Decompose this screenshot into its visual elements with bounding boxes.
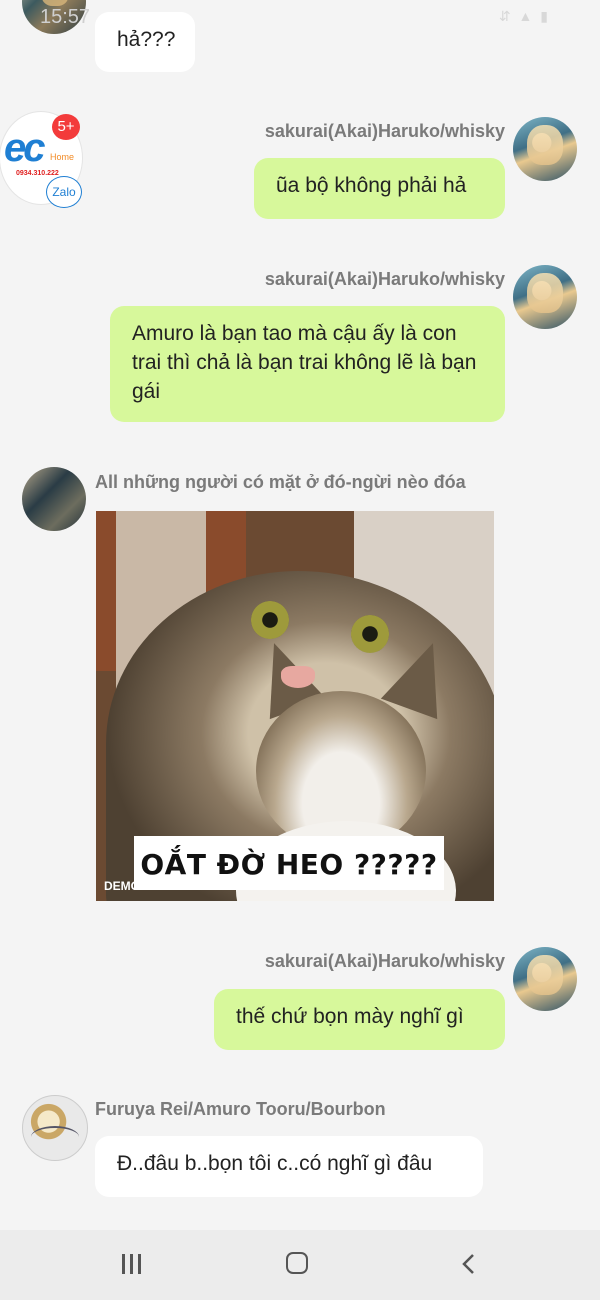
cat-nose xyxy=(281,666,315,688)
navigation-bar xyxy=(0,1230,600,1300)
message-bubble-outgoing[interactable]: Amuro là bạn tao mà cậu ấy là con trai t… xyxy=(110,306,505,422)
image-watermark: DEMODAY xyxy=(104,879,165,893)
message-text: ũa bộ không phải hả xyxy=(276,174,467,197)
sender-name: sakurai(Akai)Haruko/whisky xyxy=(264,269,505,289)
recent-apps-icon[interactable] xyxy=(120,1252,144,1276)
message-text: Amuro là bạn tao mà cậu ấy là con trai t… xyxy=(132,322,477,403)
cat-eye xyxy=(251,601,289,639)
message-text: Đ..đâu b..bọn tôi c..có nghĩ gì đâu xyxy=(117,1152,433,1175)
message-bubble-outgoing[interactable]: thế chứ bọn mày nghĩ gì xyxy=(214,989,505,1050)
back-icon[interactable] xyxy=(458,1252,482,1276)
logo-subtitle: Home xyxy=(50,152,75,162)
sender-name: All những người có mặt ở đó-ngừi nèo đóa xyxy=(95,472,466,492)
logo-phone: 0934.310.222 xyxy=(16,170,59,177)
avatar[interactable] xyxy=(22,467,86,531)
logo-mark: ec xyxy=(4,126,45,170)
avatar[interactable] xyxy=(513,947,577,1011)
home-icon[interactable] xyxy=(286,1252,308,1274)
zalo-icon: Zalo xyxy=(46,176,82,208)
sender-name: sakurai(Akai)Haruko/whisky xyxy=(264,121,505,141)
message-bubble-incoming[interactable]: hả??? xyxy=(95,12,195,72)
avatar[interactable] xyxy=(513,265,577,329)
message-text: hả??? xyxy=(117,28,176,51)
sender-name: Furuya Rei/Amuro Tooru/Bourbon xyxy=(95,1099,386,1119)
avatar[interactable] xyxy=(513,117,577,181)
avatar[interactable] xyxy=(22,1095,88,1161)
sender-name: sakurai(Akai)Haruko/whisky xyxy=(264,951,505,971)
message-text: thế chứ bọn mày nghĩ gì xyxy=(236,1005,464,1028)
image-message[interactable]: OẮT ĐỜ HEO ????? DEMODAY xyxy=(96,511,494,901)
status-time: 15:57 xyxy=(40,6,91,28)
message-bubble-incoming[interactable]: Đ..đâu b..bọn tôi c..có nghĩ gì đâu xyxy=(95,1136,483,1197)
status-bar: 15:57 ♪ ⇵ ▲ ▮ xyxy=(0,0,600,34)
cat-eye xyxy=(351,615,389,653)
meme-caption-box: OẮT ĐỜ HEO ????? xyxy=(134,836,444,890)
unread-badge: 5+ xyxy=(52,114,80,140)
meme-caption: OẮT ĐỜ HEO ????? xyxy=(140,848,438,881)
signal-battery-icon: ⇵ ▲ ▮ xyxy=(498,8,550,24)
message-bubble-outgoing[interactable]: ũa bộ không phải hả xyxy=(254,158,505,219)
